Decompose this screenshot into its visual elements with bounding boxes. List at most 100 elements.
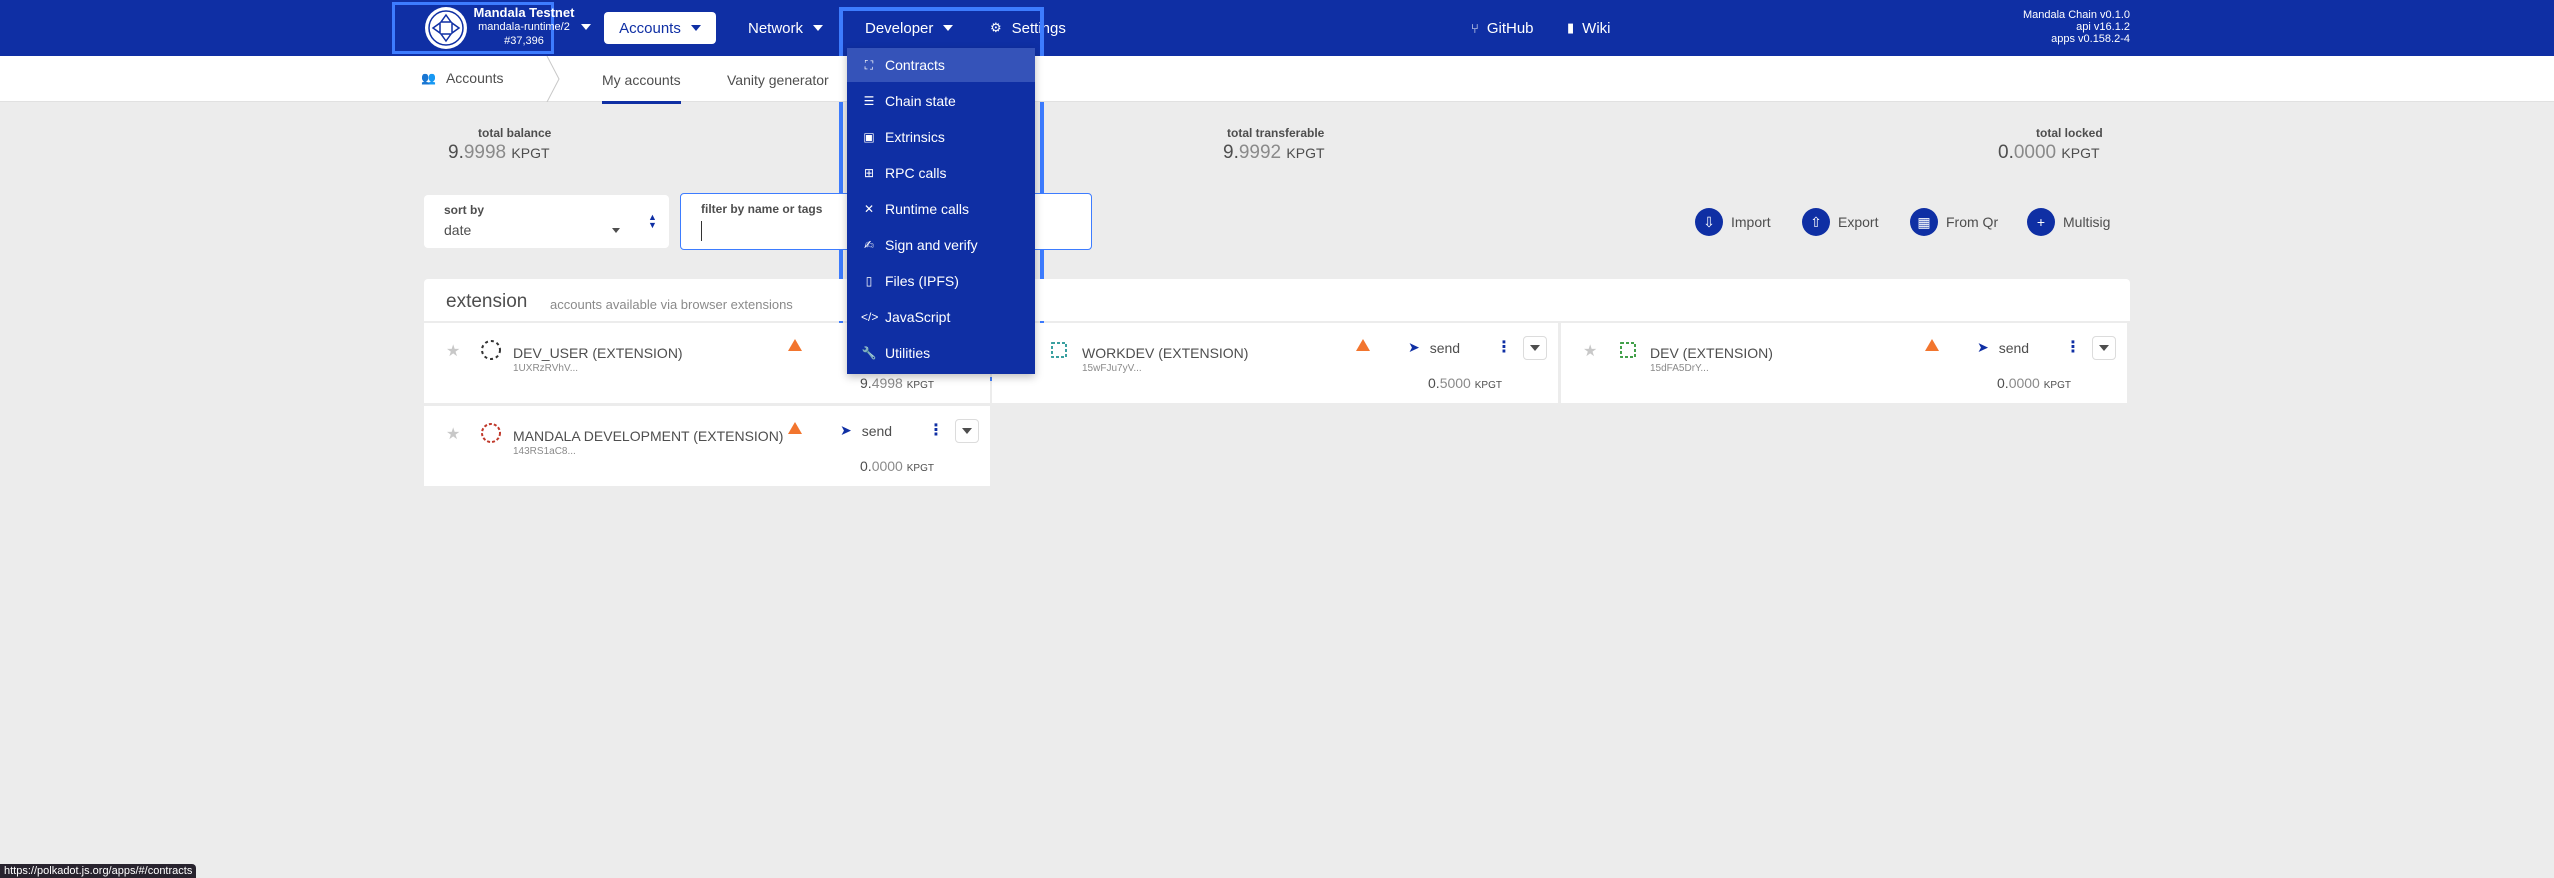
menu-item-label: Contracts: [885, 57, 945, 73]
import-button[interactable]: ⇩ Import: [1695, 208, 1771, 236]
sort-order-icon[interactable]: ▲ ▼: [648, 213, 657, 230]
chevron-down-icon: [1530, 345, 1540, 351]
nav-github[interactable]: ⑂ GitHub: [1471, 12, 1534, 44]
send-icon: ➤: [1408, 339, 1420, 355]
import-label: Import: [1731, 214, 1771, 230]
expand-button[interactable]: [2092, 336, 2116, 360]
version-info: Mandala Chain v0.1.0 api v16.1.2 apps v0…: [2023, 9, 2130, 45]
developer-menu: ⛶ Contracts ☰ Chain state ▣ Extrinsics ⊞…: [847, 48, 1035, 374]
chevron-down-icon: [612, 228, 620, 233]
total-transferable-label: total transferable: [1227, 126, 1325, 140]
chain-caret-icon[interactable]: [581, 24, 591, 30]
database-icon: ☰: [863, 94, 875, 108]
tab-my-accounts[interactable]: My accounts: [602, 72, 681, 104]
sort-dropdown[interactable]: sort by date ▲ ▼: [424, 195, 669, 248]
total-locked-label: total locked: [2036, 126, 2103, 140]
tab-vanity-generator[interactable]: Vanity generator: [727, 72, 829, 88]
version-chain: Mandala Chain v0.1.0: [2022, 9, 2130, 21]
total-balance: total balance 9.9998 KPGT: [448, 126, 551, 164]
warning-icon: [1356, 339, 1370, 351]
more-options-icon[interactable]: ⋮: [1496, 337, 1512, 357]
export-icon: ⇧: [1802, 208, 1830, 236]
chevron-down-icon: [962, 428, 972, 434]
star-icon[interactable]: ★: [446, 341, 460, 361]
account-address[interactable]: 15wFJu7yV...: [1082, 363, 1142, 374]
account-balance: 0.0000 KPGT: [1997, 375, 2071, 391]
breadcrumb-label: Accounts: [445, 70, 504, 86]
menu-item-utilities[interactable]: 🔧 Utilities: [847, 336, 1035, 370]
breadcrumb-separator-icon: [546, 56, 560, 102]
chain-name: Mandala Testnet: [473, 5, 575, 20]
send-button[interactable]: ➤ send: [1408, 339, 1460, 356]
account-name: DEV (EXTENSION): [1650, 345, 1773, 361]
menu-item-contracts[interactable]: ⛶ Contracts: [847, 48, 1035, 82]
signature-icon: ✍: [863, 238, 875, 252]
status-url: https://polkadot.js.org/apps/#/contracts: [0, 864, 197, 878]
qr-icon: ▦: [1910, 208, 1938, 236]
menu-item-label: Files (IPFS): [885, 273, 959, 289]
chevron-down-icon: [813, 25, 824, 31]
identicon-icon[interactable]: [1048, 339, 1070, 361]
identicon-icon[interactable]: [1617, 339, 1639, 361]
users-icon: 👥: [421, 71, 436, 85]
import-icon: ⇩: [1695, 208, 1723, 236]
nav-wiki[interactable]: ▮ Wiki: [1567, 12, 1610, 44]
account-address[interactable]: 1UXRzRVhV...: [513, 363, 578, 374]
menu-item-javascript[interactable]: </> JavaScript: [847, 300, 1035, 334]
total-locked-value: 0.0000 KPGT: [1998, 142, 2100, 163]
menu-item-extrinsics[interactable]: ▣ Extrinsics: [847, 120, 1035, 154]
menu-item-sign-and-verify[interactable]: ✍ Sign and verify: [847, 228, 1035, 262]
nav-github-label: GitHub: [1486, 19, 1534, 37]
version-api: api v16.1.2: [2076, 21, 2130, 33]
account-address[interactable]: 143RS1aC8...: [513, 446, 576, 457]
warning-icon: [788, 422, 802, 434]
version-apps: apps v0.158.2-4: [2051, 33, 2130, 45]
send-button[interactable]: ➤ send: [1977, 339, 2029, 356]
total-locked: total locked 0.0000 KPGT: [1998, 126, 2103, 164]
menu-item-chain-state[interactable]: ☰ Chain state: [847, 84, 1035, 118]
export-label: Export: [1838, 214, 1879, 230]
account-name: WORKDEV (EXTENSION): [1082, 345, 1249, 361]
more-options-icon[interactable]: ⋮: [2065, 337, 2081, 357]
nav-accounts[interactable]: Accounts: [604, 12, 716, 44]
from-qr-button[interactable]: ▦ From Qr: [1910, 208, 1998, 236]
multisig-button[interactable]: + Multisig: [2027, 208, 2110, 236]
breadcrumb: 👥 Accounts: [421, 70, 504, 86]
nav-network-label: Network: [748, 19, 804, 37]
expand-button[interactable]: [955, 419, 979, 443]
network-icon: ⊞: [863, 166, 875, 180]
code-icon: </>: [861, 310, 879, 324]
export-button[interactable]: ⇧ Export: [1802, 208, 1878, 236]
account-name: MANDALA DEVELOPMENT (EXTENSION): [513, 428, 784, 444]
total-balance-value: 9.9998 KPGT: [448, 142, 550, 163]
account-balance: 0.5000 KPGT: [1428, 375, 1502, 391]
send-icon: ➤: [840, 422, 852, 438]
chain-info[interactable]: Mandala Testnet mandala-runtime/2 #37,39…: [470, 6, 578, 48]
plus-icon: +: [2027, 208, 2055, 236]
star-icon[interactable]: ★: [1583, 341, 1597, 361]
identicon-icon[interactable]: [480, 422, 502, 444]
nav-wiki-label: Wiki: [1582, 19, 1611, 37]
send-icon: ➤: [1977, 339, 1989, 355]
menu-item-label: RPC calls: [885, 165, 947, 181]
menu-item-runtime-calls[interactable]: ✕ Runtime calls: [847, 192, 1035, 226]
from-qr-label: From Qr: [1946, 214, 1999, 230]
nav-network[interactable]: Network: [748, 12, 824, 44]
nav-accounts-label: Accounts: [619, 19, 681, 37]
menu-item-files-ipfs[interactable]: ▯ Files (IPFS): [847, 264, 1035, 298]
account-address[interactable]: 15dFA5DrY...: [1650, 363, 1709, 374]
expand-button[interactable]: [1523, 336, 1547, 360]
sub-navigation: [0, 56, 2554, 102]
identicon-icon[interactable]: [480, 339, 502, 361]
chain-runtime: mandala-runtime/2: [478, 21, 570, 33]
menu-item-label: Extrinsics: [885, 129, 945, 145]
account-balance: 9.4998 KPGT: [860, 375, 934, 391]
sort-value: date: [444, 222, 472, 238]
filter-label: filter by name or tags: [701, 202, 823, 216]
star-icon[interactable]: ★: [446, 424, 460, 444]
total-balance-label: total balance: [478, 126, 552, 140]
chevron-down-icon: [2099, 345, 2109, 351]
menu-item-rpc-calls[interactable]: ⊞ RPC calls: [847, 156, 1035, 190]
more-options-icon[interactable]: ⋮: [928, 420, 944, 440]
send-button[interactable]: ➤ send: [840, 422, 892, 439]
